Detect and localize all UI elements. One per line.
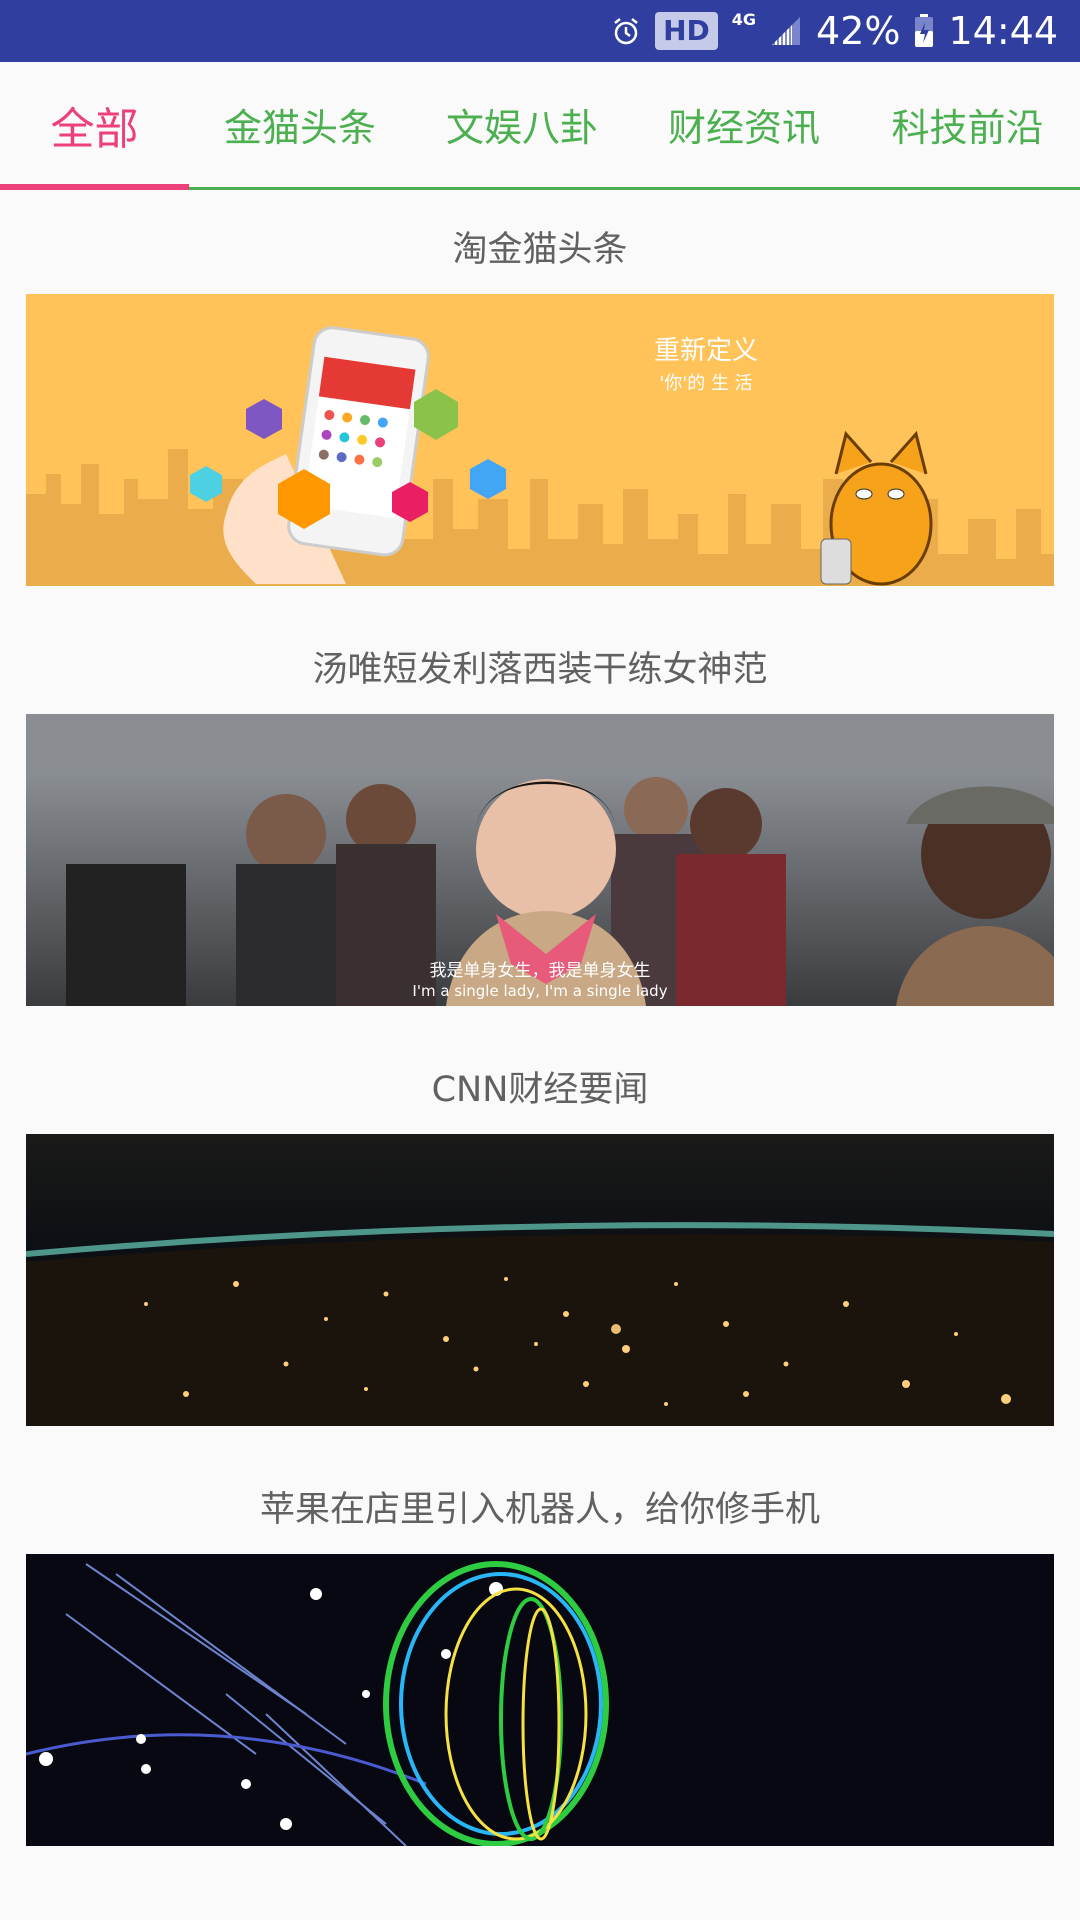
news-card-image[interactable] [26,1554,1054,1846]
tab-jinmao-headlines[interactable]: 金猫头条 [189,62,411,187]
tab-finance[interactable]: 财经资讯 [633,62,855,187]
banner-subline: '你'的 生 活 [659,373,752,394]
video-subtitle-en: I'm a single lady, I'm a single lady [412,982,667,1000]
news-card-title[interactable]: 汤唯短发利落西装干练女神范 [0,641,1080,692]
tab-entertainment[interactable]: 文娱八卦 [411,62,633,187]
banner-headline: 重新定义 [654,336,758,366]
promo-banner-image: 重新定义 '你'的 生 活 [26,294,1054,586]
news-card-image[interactable] [26,1134,1054,1426]
alarm-icon [611,16,641,46]
battery-charging-icon [914,14,934,48]
news-card[interactable]: 淘金猫头条 重新定义 '你'的 生 活 [0,193,1080,613]
light-trails-image [26,1554,1054,1846]
news-card[interactable]: CNN财经要闻 [0,1033,1080,1453]
active-tab-indicator [0,184,189,190]
tab-technology[interactable]: 科技前沿 [855,62,1080,187]
news-card-title[interactable]: CNN财经要闻 [0,1061,1080,1112]
news-card[interactable]: 汤唯短发利落西装干练女神范 我是单身女生，我是单身女生 I'm a single… [0,613,1080,1033]
category-tabs: 全部 金猫头条 文娱八卦 财经资讯 科技前沿 [0,62,1080,190]
clock: 14:44 [948,9,1058,53]
status-bar: HD 4G 42% 14:44 [0,0,1080,62]
tab-all[interactable]: 全部 [0,62,189,187]
hd-badge: HD [655,12,718,50]
signal-icon [770,15,802,47]
video-subtitle-cn: 我是单身女生，我是单身女生 [430,961,651,981]
battery-percent: 42% [816,9,901,53]
news-card-image[interactable]: 我是单身女生，我是单身女生 I'm a single lady, I'm a s… [26,714,1054,1006]
news-card-title[interactable]: 淘金猫头条 [0,221,1080,272]
news-card-title[interactable]: 苹果在店里引入机器人，给你修手机 [0,1481,1080,1532]
news-card[interactable]: 苹果在店里引入机器人，给你修手机 [0,1453,1080,1873]
movie-still-image: 我是单身女生，我是单身女生 I'm a single lady, I'm a s… [26,714,1054,1006]
network-type-label: 4G [731,9,757,29]
earth-night-image [26,1134,1054,1426]
news-card-image[interactable]: 重新定义 '你'的 生 活 [26,294,1054,586]
